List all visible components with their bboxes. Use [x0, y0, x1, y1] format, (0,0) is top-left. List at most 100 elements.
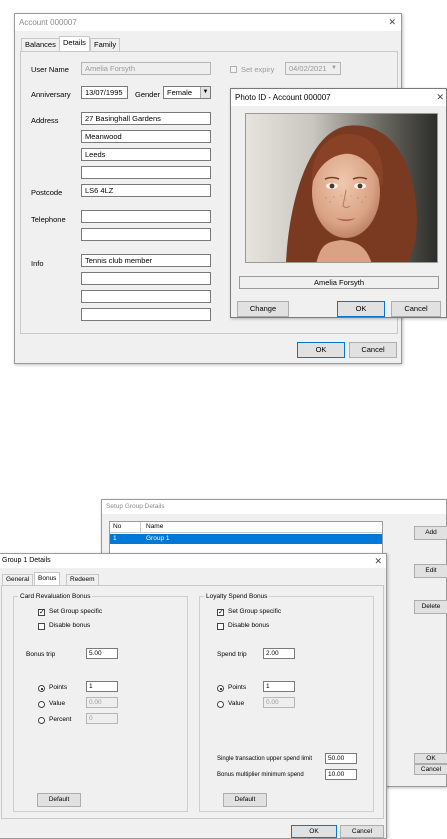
- card-revaluation-group: Card Revaluation Bonus ✓ Set Group speci…: [13, 592, 188, 812]
- change-photo-button[interactable]: Change: [237, 301, 289, 317]
- card-disable-label: Disable bonus: [49, 622, 91, 629]
- info-label: Info: [31, 259, 44, 268]
- loyalty-disable-checkbox[interactable]: [217, 623, 224, 630]
- info-line-1[interactable]: Tennis club member: [81, 254, 211, 267]
- card-points-radio[interactable]: [38, 685, 45, 692]
- photo-image: [245, 113, 438, 263]
- card-value-field[interactable]: 0.00: [86, 697, 118, 708]
- tab-details[interactable]: Details: [59, 36, 90, 51]
- photo-cancel-button[interactable]: Cancel: [391, 301, 441, 317]
- anniversary-label: Anniversary: [31, 90, 71, 99]
- photo-dialog-title: Photo ID - Account 000007: [231, 89, 446, 106]
- card-disable-checkbox[interactable]: [38, 623, 45, 630]
- gender-value: Female: [167, 88, 193, 97]
- multiplier-label: Bonus multiplier minimum spend: [217, 772, 304, 778]
- row-no: 1: [113, 535, 117, 542]
- address-line-2[interactable]: Meanwood: [81, 130, 211, 143]
- set-expiry-checkbox[interactable]: [230, 66, 237, 73]
- card-set-group-checkbox[interactable]: ✓: [38, 609, 45, 616]
- list-header: No Name: [110, 522, 382, 533]
- dropdown-arrow-icon: ▼: [200, 87, 210, 98]
- group-dialog-title: Group 1 Details: [0, 554, 386, 568]
- multiplier-field[interactable]: 10.00: [325, 769, 357, 780]
- card-value-radio[interactable]: [38, 701, 45, 708]
- card-percent-radio[interactable]: [38, 717, 45, 724]
- setup-cancel-button[interactable]: Cancel: [414, 764, 447, 775]
- spend-trip-label: Spend trip: [217, 651, 247, 658]
- set-expiry-label: Set expiry: [241, 65, 275, 74]
- expiry-date-value: 04/02/2021: [289, 64, 327, 73]
- delete-group-button[interactable]: Delete: [414, 600, 447, 614]
- group-details-dialog: Group 1 Details ✕ General Bonus Redeem C…: [0, 553, 387, 839]
- close-icon[interactable]: ✕: [436, 89, 444, 106]
- card-points-field[interactable]: 1: [86, 681, 118, 692]
- tab-general[interactable]: General: [2, 574, 34, 585]
- telephone-line-1[interactable]: [81, 210, 211, 223]
- account-ok-button[interactable]: OK: [297, 342, 345, 358]
- address-label: Address: [31, 116, 59, 125]
- single-limit-label: Single transaction upper spend limit: [217, 756, 313, 762]
- bonus-trip-field[interactable]: 5.00: [86, 648, 118, 659]
- card-percent-field[interactable]: 0: [86, 713, 118, 724]
- row-name: Group 1: [146, 535, 170, 542]
- card-value-label: Value: [49, 700, 66, 707]
- tab-redeem[interactable]: Redeem: [66, 574, 99, 585]
- info-line-2[interactable]: [81, 272, 211, 285]
- setup-ok-button[interactable]: OK: [414, 753, 447, 764]
- dropdown-arrow-icon: ▼: [331, 65, 337, 71]
- loyalty-set-group-checkbox[interactable]: ✓: [217, 609, 224, 616]
- spend-trip-field[interactable]: 2.00: [263, 648, 295, 659]
- photo-ok-button[interactable]: OK: [337, 301, 385, 317]
- card-percent-label: Percent: [49, 716, 72, 723]
- close-icon[interactable]: ✕: [374, 554, 382, 568]
- setup-dialog-title: Setup Group Details: [102, 500, 446, 514]
- card-revaluation-title: Card Revaluation Bonus: [18, 592, 93, 601]
- gender-select[interactable]: Female ▼: [163, 86, 211, 99]
- add-group-button[interactable]: Add: [414, 526, 447, 540]
- group-cancel-button[interactable]: Cancel: [340, 825, 384, 838]
- user-name-label: User Name: [31, 65, 69, 74]
- loyalty-points-radio[interactable]: [217, 685, 224, 692]
- card-default-button[interactable]: Default: [37, 793, 81, 807]
- col-name-header[interactable]: Name: [146, 522, 163, 532]
- expiry-date-field[interactable]: 04/02/2021 ▼: [285, 62, 341, 75]
- anniversary-field[interactable]: 13/07/1995: [81, 86, 128, 99]
- single-limit-field[interactable]: 50.00: [325, 753, 357, 764]
- tab-family[interactable]: Family: [90, 38, 121, 51]
- loyalty-value-field[interactable]: 0.00: [263, 697, 295, 708]
- list-item[interactable]: 1 Group 1: [110, 534, 382, 544]
- loyalty-points-field[interactable]: 1: [263, 681, 295, 692]
- info-line-3[interactable]: [81, 290, 211, 303]
- loyalty-disable-label: Disable bonus: [228, 622, 270, 629]
- info-line-4[interactable]: [81, 308, 211, 321]
- address-line-4[interactable]: [81, 166, 211, 179]
- address-line-1[interactable]: 27 Basinghall Gardens: [81, 112, 211, 125]
- postcode-field[interactable]: LS6 4LZ: [81, 184, 211, 197]
- photo-id-dialog: Photo ID - Account 000007 ✕ Amelia Forsy…: [230, 88, 447, 318]
- account-dialog-title: Account 000007: [15, 14, 401, 31]
- loyalty-points-label: Points: [228, 684, 247, 691]
- loyalty-default-button[interactable]: Default: [223, 793, 267, 807]
- photo-name-field: Amelia Forsyth: [239, 276, 439, 289]
- telephone-line-2[interactable]: [81, 228, 211, 241]
- account-cancel-button[interactable]: Cancel: [349, 342, 397, 358]
- loyalty-set-group-label: Set Group specific: [228, 608, 282, 615]
- loyalty-value-label: Value: [228, 700, 245, 707]
- loyalty-value-radio[interactable]: [217, 701, 224, 708]
- col-no-header[interactable]: No: [113, 522, 141, 532]
- edit-group-button[interactable]: Edit: [414, 564, 447, 578]
- postcode-label: Postcode: [31, 188, 63, 197]
- portrait-photo: [246, 114, 437, 262]
- card-points-label: Points: [49, 684, 68, 691]
- loyalty-spend-title: Loyalty Spend Bonus: [204, 592, 270, 601]
- close-icon[interactable]: ✕: [388, 14, 396, 31]
- telephone-label: Telephone: [31, 215, 66, 224]
- tab-balances[interactable]: Balances: [21, 38, 60, 51]
- gender-label: Gender: [135, 90, 161, 99]
- address-line-3[interactable]: Leeds: [81, 148, 211, 161]
- group-ok-button[interactable]: OK: [291, 825, 337, 838]
- card-set-group-label: Set Group specific: [49, 608, 103, 615]
- tab-bonus[interactable]: Bonus: [34, 572, 61, 585]
- user-name-field[interactable]: Amelia Forsyth: [81, 62, 211, 75]
- loyalty-spend-group: Loyalty Spend Bonus ✓ Set Group specific…: [199, 592, 374, 812]
